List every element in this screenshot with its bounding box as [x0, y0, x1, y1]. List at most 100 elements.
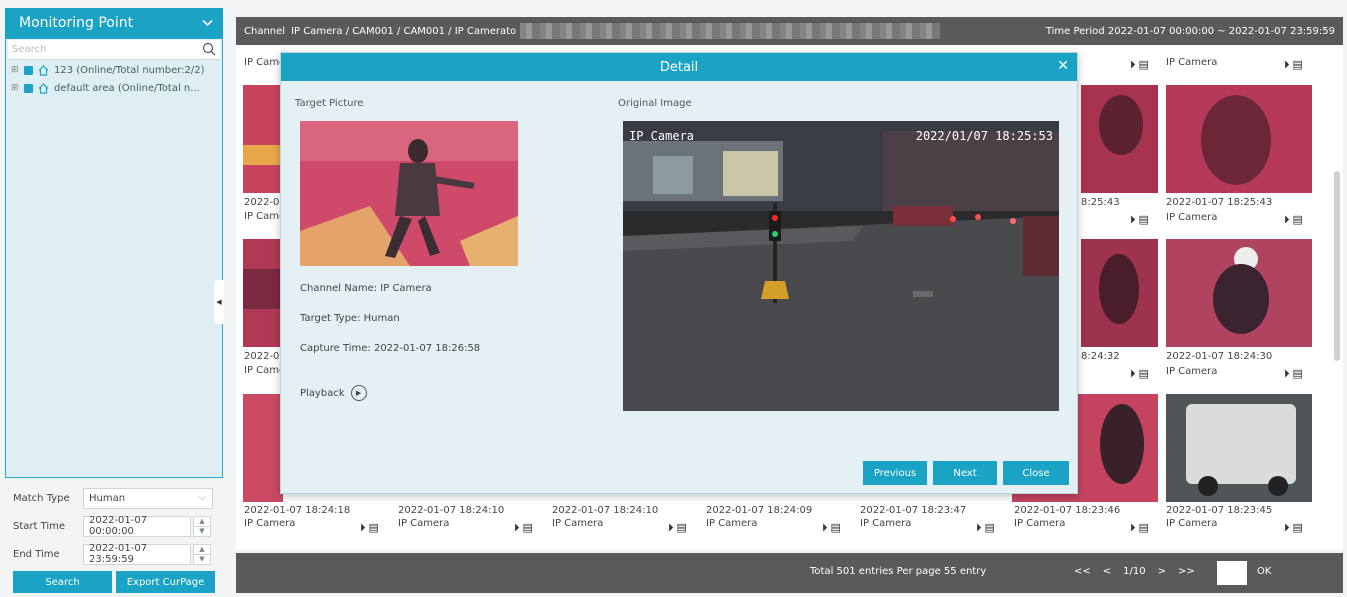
play-icon[interactable]: ⏵ — [1130, 58, 1136, 72]
down-icon[interactable]: ▼ — [194, 527, 210, 536]
play-icon[interactable]: ⏵ — [976, 521, 982, 535]
blurred-region — [520, 23, 941, 39]
channel-value: IP Camera / CAM001 / CAM001 / IP Camerat… — [291, 25, 517, 37]
end-time-field[interactable]: 2022-01-07 23:59:59 — [83, 543, 191, 565]
capture-time: 2022-01-07 18:24:10 — [398, 505, 505, 516]
next-button[interactable]: Next — [933, 461, 997, 485]
scrollbar-thumb[interactable] — [1334, 171, 1340, 361]
detail-icon[interactable]: ▤ — [1293, 367, 1303, 381]
previous-button[interactable]: Previous — [863, 461, 927, 485]
camera-label: IP Camera — [552, 518, 604, 529]
capture-time: 2022-01-07 18:24:30 — [1166, 351, 1273, 362]
start-time-field[interactable]: 2022-01-07 00:00:00 — [83, 515, 191, 537]
capture-time: 2022-01-07 18:23:46 — [1014, 505, 1121, 516]
end-time-stepper[interactable]: ▲ ▼ — [193, 543, 211, 565]
match-type-select[interactable]: Human ⌵ — [83, 487, 213, 509]
capture-thumbnail[interactable] — [1166, 239, 1312, 347]
detail-icon[interactable]: ▤ — [523, 521, 533, 535]
export-curpage-button[interactable]: Export CurPage — [116, 571, 215, 593]
next-page-button[interactable]: > — [1158, 566, 1166, 577]
capture-actions: ⏵ ▤ — [1130, 213, 1149, 227]
left-panel: Monitoring Point Search ⊞ 123 (Online/To… — [5, 8, 223, 593]
detail-icon[interactable]: ▤ — [369, 521, 379, 535]
chevron-down-icon[interactable] — [202, 17, 213, 30]
page-jump-input[interactable] — [1217, 561, 1247, 585]
play-icon[interactable]: ⏵ — [514, 521, 520, 535]
play-icon[interactable]: ⏵ — [1284, 367, 1290, 381]
last-page-button[interactable]: >> — [1178, 566, 1195, 577]
down-icon[interactable]: ▼ — [194, 555, 210, 564]
expand-icon[interactable]: ⊞ — [11, 65, 19, 75]
up-icon[interactable]: ▲ — [194, 545, 210, 555]
start-time-stepper[interactable]: ▲ ▼ — [193, 515, 211, 537]
close-icon[interactable]: ✕ — [1057, 58, 1069, 74]
page-indicator: 1/10 — [1123, 566, 1146, 577]
camera-label: IP Camera — [1166, 57, 1218, 68]
match-type-value: Human — [89, 492, 126, 504]
capture-actions: ⏵ ▤ — [1130, 521, 1149, 535]
detail-icon[interactable]: ▤ — [677, 521, 687, 535]
capture-time: 8:25:43 — [1081, 197, 1120, 208]
checkbox[interactable] — [24, 83, 33, 93]
play-icon[interactable]: ⏵ — [1130, 367, 1136, 381]
capture-thumbnail[interactable] — [243, 394, 283, 502]
detail-icon[interactable]: ▤ — [1139, 521, 1149, 535]
up-icon[interactable]: ▲ — [194, 517, 210, 527]
prev-page-button[interactable]: < — [1103, 566, 1111, 577]
play-icon[interactable]: ⏵ — [1284, 521, 1290, 535]
tree-item-default-area[interactable]: ⊞ default area (Online/Total n... — [6, 79, 222, 97]
play-icon[interactable]: ⏵ — [360, 521, 366, 535]
playback-label: Playback — [300, 387, 345, 399]
capture-time: 2022-01-07 18:24:10 — [552, 505, 659, 516]
monitoring-point-header[interactable]: Monitoring Point — [5, 8, 223, 38]
detail-dialog: Detail ✕ Target Picture Original Image C… — [280, 52, 1078, 494]
first-page-button[interactable]: << — [1074, 566, 1091, 577]
search-icon[interactable] — [202, 42, 216, 56]
home-icon — [38, 82, 49, 94]
play-icon[interactable]: ⏵ — [668, 521, 674, 535]
capture-caption: 2022-01-07 18:24:10 IP Camera — [552, 505, 658, 529]
detail-icon[interactable]: ▤ — [1139, 58, 1149, 72]
close-button[interactable]: Close — [1003, 461, 1069, 485]
play-icon[interactable]: ⏵ — [822, 521, 828, 535]
capture-caption: 2022-01-07 18:23:47 IP Camera — [860, 505, 966, 529]
capture-thumbnail[interactable] — [1081, 85, 1158, 193]
camera-label: IP Camera — [398, 518, 450, 529]
play-icon[interactable]: ▶ — [350, 385, 367, 401]
end-time-value: 2022-01-07 23:59:59 — [89, 543, 148, 565]
capture-actions: ⏵ ▤ — [1130, 367, 1149, 381]
camera-label: IP Camera — [1014, 518, 1066, 529]
search-input[interactable]: Search — [8, 40, 220, 60]
detail-icon[interactable]: ▤ — [1293, 58, 1303, 72]
detail-icon[interactable]: ▤ — [1139, 213, 1149, 227]
detail-icon[interactable]: ▤ — [831, 521, 841, 535]
capture-thumbnail[interactable] — [243, 239, 283, 347]
playback-control[interactable]: Playback ▶ — [300, 385, 367, 401]
capture-thumbnail[interactable] — [243, 85, 283, 193]
play-icon[interactable]: ⏵ — [1284, 213, 1290, 227]
play-icon[interactable]: ⏵ — [1130, 521, 1136, 535]
capture-caption: 2022-01-07 18:24:09 IP Camera — [706, 505, 812, 529]
capture-time: 8:24:32 — [1081, 351, 1120, 362]
capture-caption: 2022-01-07 18:23:45 IP Camera — [1166, 505, 1272, 529]
search-button[interactable]: Search — [13, 571, 112, 593]
expand-icon[interactable]: ⊞ — [11, 83, 19, 93]
detail-icon[interactable]: ▤ — [985, 521, 995, 535]
checkbox[interactable] — [24, 65, 33, 75]
play-icon[interactable]: ⏵ — [1284, 58, 1290, 72]
target-picture-label: Target Picture — [295, 98, 364, 109]
capture-thumbnail[interactable] — [1166, 394, 1312, 502]
tree-item-123[interactable]: ⊞ 123 (Online/Total number:2/2) — [6, 61, 222, 79]
grid-scrollbar[interactable] — [1333, 53, 1341, 545]
play-icon[interactable]: ⏵ — [1130, 213, 1136, 227]
detail-icon[interactable]: ▤ — [1293, 213, 1303, 227]
detail-icon[interactable]: ▤ — [1139, 367, 1149, 381]
capture-thumbnail[interactable] — [1081, 239, 1158, 347]
ok-button[interactable]: OK — [1257, 566, 1271, 577]
match-type-row: Match Type Human ⌵ — [5, 484, 223, 512]
capture-time: 2022-01-07 18:24:18 — [244, 505, 351, 516]
capture-thumbnail[interactable] — [1166, 85, 1312, 193]
detail-icon[interactable]: ▤ — [1293, 521, 1303, 535]
pager: << < 1/10 > >> — [1074, 566, 1195, 577]
collapse-panel-handle[interactable]: ◀ — [214, 280, 224, 324]
